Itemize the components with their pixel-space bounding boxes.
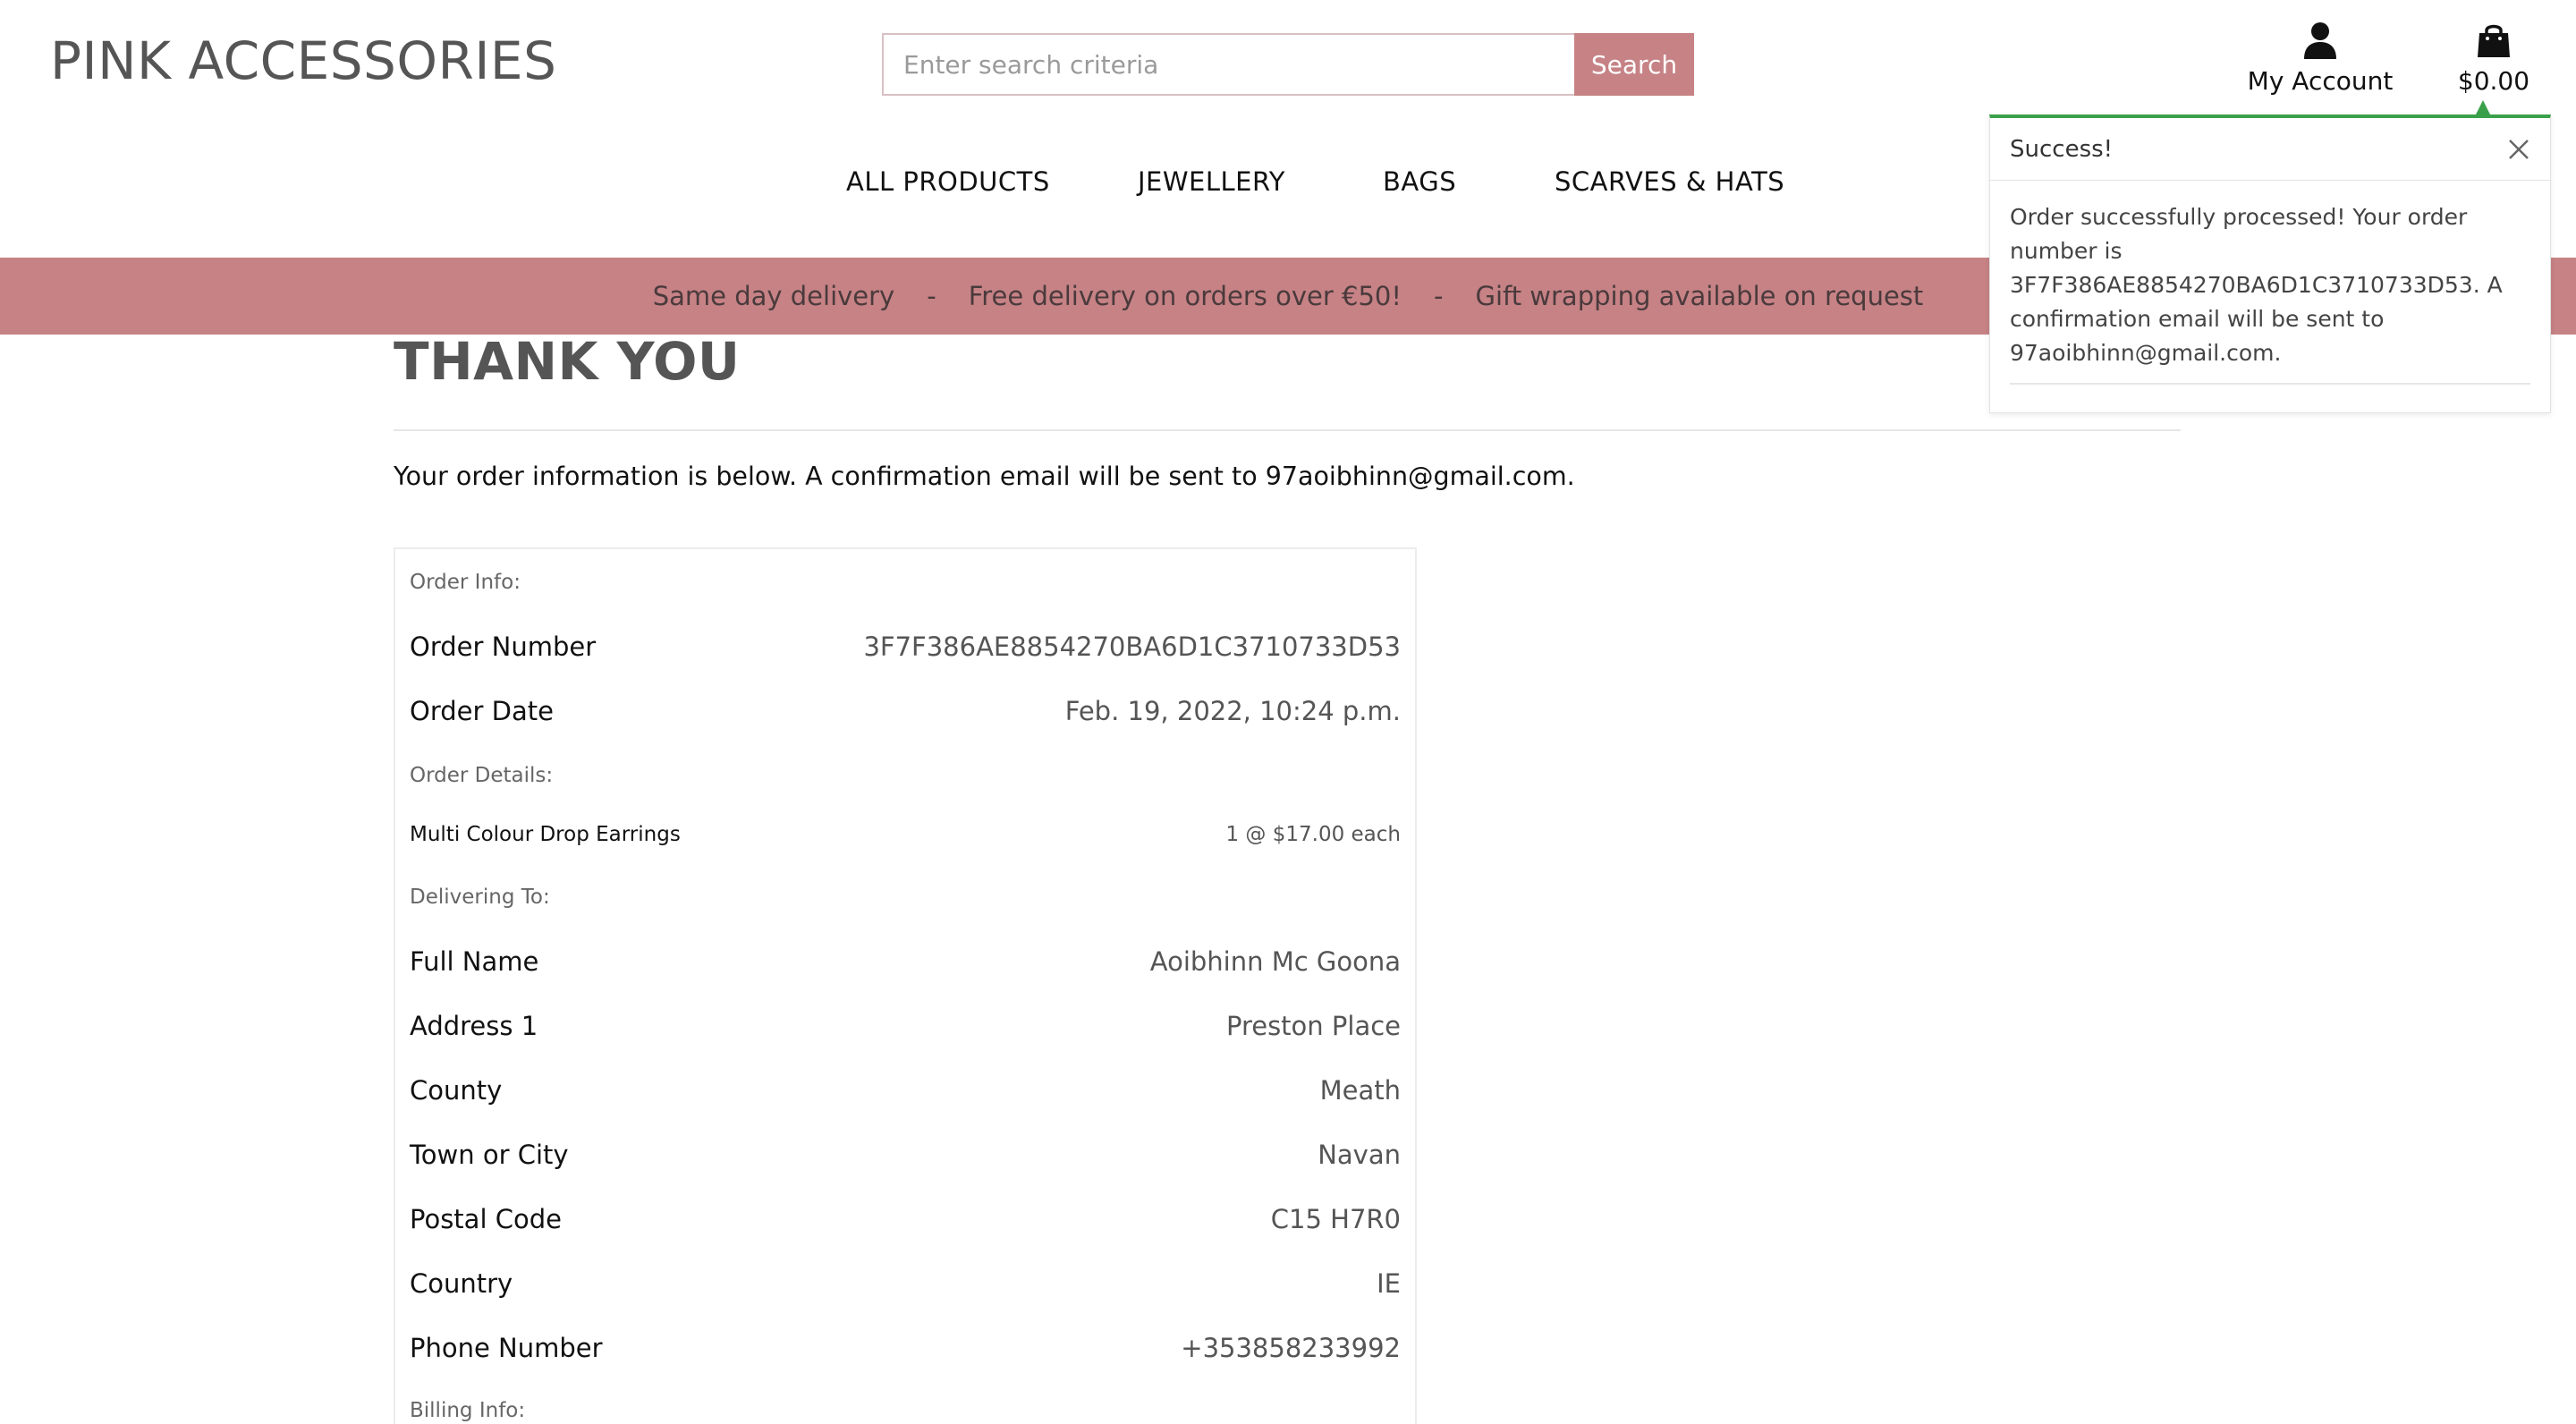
- field-label: Phone Number: [410, 1333, 603, 1363]
- delivery-row: Full Name Aoibhinn Mc Goona: [410, 946, 1401, 977]
- user-icon: [2304, 22, 2336, 59]
- field-label: Postal Code: [410, 1204, 562, 1234]
- order-details-heading: Order Details:: [410, 764, 1401, 787]
- delivery-row: Postal Code C15 H7R0: [410, 1204, 1401, 1234]
- banner-separator: -: [927, 281, 936, 311]
- section-label: Delivering To:: [410, 886, 550, 909]
- banner-item: Free delivery on orders over €50!: [968, 281, 1402, 311]
- site-logo[interactable]: PINK ACCESSORIES: [50, 30, 556, 91]
- intro-text: Your order information is below. A confi…: [394, 462, 1575, 491]
- bag-total: $0.00: [2457, 66, 2530, 96]
- section-label: Order Details:: [410, 764, 554, 787]
- nav-item-all-products[interactable]: ALL PRODUCTS: [846, 166, 1050, 197]
- field-value: Meath: [1319, 1075, 1401, 1106]
- delivery-row: County Meath: [410, 1075, 1401, 1106]
- field-value: Aoibhinn Mc Goona: [1149, 946, 1401, 977]
- my-account-link[interactable]: My Account: [2247, 21, 2394, 102]
- order-date-value: Feb. 19, 2022, 10:24 p.m.: [1064, 696, 1401, 726]
- order-line-item: Multi Colour Drop Earrings 1 @ $17.00 ea…: [410, 823, 1401, 846]
- field-label: Address 1: [410, 1011, 538, 1041]
- delivery-row: Address 1 Preston Place: [410, 1011, 1401, 1041]
- close-icon[interactable]: [2507, 138, 2530, 161]
- nav-item-scarves-hats[interactable]: SCARVES & HATS: [1555, 166, 1784, 197]
- order-number-row: Order Number 3F7F386AE8854270BA6D1C37107…: [410, 631, 1401, 662]
- delivery-row: Town or City Navan: [410, 1140, 1401, 1170]
- field-label: Order Number: [410, 631, 597, 662]
- field-label: Town or City: [410, 1140, 569, 1170]
- search-form: Search: [882, 33, 1694, 96]
- nav-item-bags[interactable]: BAGS: [1383, 166, 1456, 197]
- my-account-label: My Account: [2247, 66, 2394, 96]
- field-value: C15 H7R0: [1270, 1204, 1401, 1234]
- confirmation-email: 97aoibhinn@gmail.com: [1265, 462, 1567, 491]
- page: PINK ACCESSORIES Search My Account $0.00…: [0, 0, 2576, 1424]
- toast-divider: [2010, 383, 2530, 385]
- field-value: Preston Place: [1225, 1011, 1401, 1041]
- search-button[interactable]: Search: [1574, 33, 1694, 96]
- item-quantity: 1 @ $17.00 each: [1225, 823, 1401, 846]
- order-summary: Order Info: Order Number 3F7F386AE885427…: [394, 547, 1417, 1424]
- section-label: Order Info:: [410, 571, 521, 594]
- delivery-row: Phone Number +353858233992: [410, 1333, 1401, 1363]
- title-divider: [394, 429, 2181, 431]
- nav-item-jewellery[interactable]: JEWELLERY: [1138, 166, 1285, 197]
- field-label: Country: [410, 1268, 513, 1299]
- intro-message: Your order information is below. A confi…: [394, 462, 1266, 491]
- delivery-row: Country IE: [410, 1268, 1401, 1299]
- banner-separator: -: [1434, 281, 1444, 311]
- delivering-heading: Delivering To:: [410, 886, 1401, 909]
- toast-arrow: [2476, 100, 2490, 114]
- toast-message: Order successfully processed! Your order…: [2010, 204, 2503, 366]
- item-name: Multi Colour Drop Earrings: [410, 823, 681, 846]
- field-label: County: [410, 1075, 503, 1106]
- shopping-bag-icon: [2478, 24, 2510, 57]
- banner-item: Same day delivery: [652, 281, 895, 311]
- order-number-value: 3F7F386AE8854270BA6D1C3710733D53: [863, 631, 1401, 662]
- search-input[interactable]: [882, 33, 1574, 96]
- page-title: THANK YOU: [394, 331, 741, 392]
- section-label: Billing Info:: [410, 1399, 526, 1422]
- intro-end: .: [1566, 462, 1575, 491]
- field-label: Full Name: [410, 946, 539, 977]
- toast-header: Success!: [1990, 118, 2550, 181]
- field-value: +353858233992: [1181, 1333, 1401, 1363]
- billing-heading: Billing Info:: [410, 1399, 1401, 1422]
- field-value: Navan: [1318, 1140, 1401, 1170]
- field-label: Order Date: [410, 696, 554, 726]
- order-info-heading: Order Info:: [410, 571, 1401, 594]
- success-toast: Success! Order successfully processed! Y…: [1989, 114, 2551, 413]
- toast-title: Success!: [2010, 135, 2114, 163]
- shopping-bag-link[interactable]: $0.00: [2451, 21, 2537, 102]
- banner-item: Gift wrapping available on request: [1475, 281, 1924, 311]
- order-date-row: Order Date Feb. 19, 2022, 10:24 p.m.: [410, 696, 1401, 726]
- field-value: IE: [1377, 1268, 1401, 1299]
